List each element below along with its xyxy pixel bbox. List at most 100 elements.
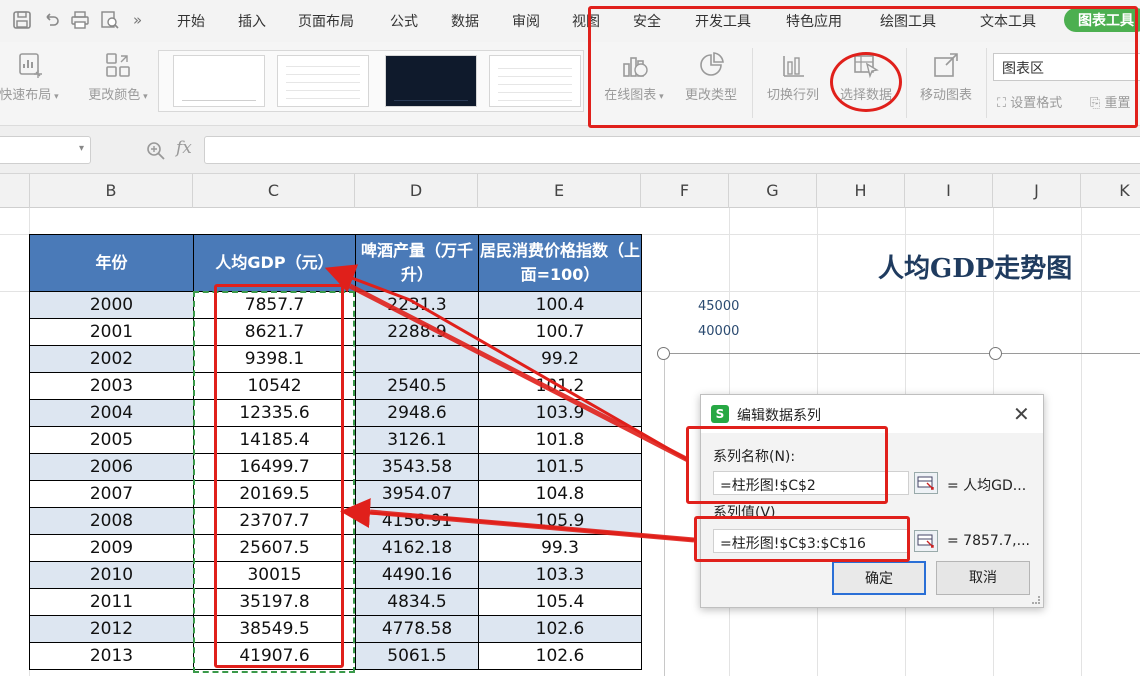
cell-year[interactable]: 2009 [29,534,194,562]
dialog-titlebar[interactable]: S 编辑数据系列 ✕ [701,395,1043,433]
column-header-c[interactable]: C [193,174,355,208]
tab-page-layout[interactable]: 页面布局 [298,11,354,31]
header-year[interactable]: 年份 [29,234,194,292]
formula-input[interactable] [204,136,1140,164]
online-chart-button[interactable]: 在线图表 ▾ [598,50,670,103]
cell-gdp[interactable]: 12335.6 [193,399,356,427]
cell-beer[interactable]: 3543.58 [355,453,479,481]
cell-year[interactable]: 2001 [29,318,194,346]
cell-year[interactable]: 2003 [29,372,194,400]
column-header-h[interactable]: H [817,174,905,208]
cell-cpi[interactable]: 102.6 [478,615,642,643]
cell-year[interactable]: 2008 [29,507,194,535]
series-name-input[interactable]: =柱形图!$C$2 [713,471,909,495]
header-cpi[interactable]: 居民消费价格指数（上面=100） [478,234,642,292]
switch-row-col-button[interactable]: 切换行列 [762,50,824,103]
cell-cpi[interactable]: 99.3 [478,534,642,562]
chart-resize-handle[interactable] [989,347,1002,360]
column-header-f[interactable]: F [641,174,729,208]
tab-drawing-tools[interactable]: 绘图工具 [880,11,936,31]
cell-year[interactable]: 2002 [29,345,194,373]
zoom-icon[interactable] [146,141,166,165]
cell-beer[interactable]: 2948.6 [355,399,479,427]
column-header-j[interactable]: J [993,174,1081,208]
move-chart-button[interactable]: 移动图表 [914,50,978,103]
chevron-down-icon[interactable]: ▾ [79,143,84,154]
cell-beer[interactable] [355,345,479,373]
cell-year[interactable]: 2006 [29,453,194,481]
cell-beer[interactable]: 2231.3 [355,291,479,319]
cell-gdp[interactable]: 41907.6 [193,642,356,670]
cell-year[interactable]: 2004 [29,399,194,427]
tab-chart-tools[interactable]: 图表工具 [1064,8,1140,32]
quick-layout-button[interactable]: 快速布局 ▾ [0,50,62,103]
column-header-g[interactable]: G [729,174,817,208]
cell-year[interactable]: 2000 [29,291,194,319]
cell-cpi[interactable]: 104.8 [478,480,642,508]
range-picker-icon[interactable] [914,530,938,552]
cell-gdp[interactable]: 35197.8 [193,588,356,616]
cell-gdp[interactable]: 8621.7 [193,318,356,346]
cell-beer[interactable]: 3126.1 [355,426,479,454]
header-beer[interactable]: 啤酒产量（万千升） [355,234,479,292]
cell-cpi[interactable]: 100.4 [478,291,642,319]
chart-style-3[interactable] [385,55,477,107]
cell-beer[interactable]: 2288.9 [355,318,479,346]
cell-gdp[interactable]: 20169.5 [193,480,356,508]
cell-cpi[interactable]: 105.9 [478,507,642,535]
column-header-b[interactable]: B [30,174,193,208]
print-icon[interactable] [70,10,92,32]
tab-insert[interactable]: 插入 [238,11,266,31]
change-type-button[interactable]: 更改类型 [680,50,742,103]
cell-beer[interactable]: 3954.07 [355,480,479,508]
undo-icon[interactable] [42,10,64,32]
cell-year[interactable]: 2007 [29,480,194,508]
chart-style-4[interactable] [489,55,581,107]
cell-year[interactable]: 2011 [29,588,194,616]
fx-icon[interactable]: fx [176,138,192,158]
cell-beer[interactable]: 4834.5 [355,588,479,616]
column-header-k[interactable]: K [1081,174,1140,208]
cell-gdp[interactable]: 16499.7 [193,453,356,481]
select-data-button[interactable]: 选择数据 [834,50,898,103]
ok-button[interactable]: 确定 [832,561,926,595]
cell-cpi[interactable]: 103.3 [478,561,642,589]
cell-gdp[interactable]: 10542 [193,372,356,400]
cell-cpi[interactable]: 100.7 [478,318,642,346]
tab-data[interactable]: 数据 [451,11,479,31]
cell-year[interactable]: 2010 [29,561,194,589]
tab-security[interactable]: 安全 [633,11,661,31]
cell-cpi[interactable]: 99.2 [478,345,642,373]
column-header-a[interactable] [0,174,30,208]
cell-gdp[interactable]: 30015 [193,561,356,589]
save-icon[interactable] [12,10,34,32]
column-header-e[interactable]: E [478,174,641,208]
cell-cpi[interactable]: 101.5 [478,453,642,481]
tab-formulas[interactable]: 公式 [390,11,418,31]
cell-cpi[interactable]: 101.2 [478,372,642,400]
cell-beer[interactable]: 4778.58 [355,615,479,643]
chart-style-1[interactable] [173,55,265,107]
range-picker-icon[interactable] [914,472,938,494]
cell-cpi[interactable]: 105.4 [478,588,642,616]
cancel-button[interactable]: 取消 [936,561,1030,595]
column-header-i[interactable]: I [905,174,993,208]
cell-gdp[interactable]: 38549.5 [193,615,356,643]
cell-beer[interactable]: 4490.16 [355,561,479,589]
more-icon[interactable]: » [133,11,142,29]
tab-review[interactable]: 审阅 [512,11,540,31]
cell-cpi[interactable]: 103.9 [478,399,642,427]
chart-resize-handle[interactable] [657,347,670,360]
chart-element-select[interactable]: 图表区 [993,53,1140,81]
tab-view[interactable]: 视图 [572,11,600,31]
cell-beer[interactable]: 5061.5 [355,642,479,670]
series-values-input[interactable]: =柱形图!$C$3:$C$16 [713,529,909,553]
chart-title[interactable]: 人均GDP走势图 [878,248,1072,285]
change-color-button[interactable]: 更改颜色 ▾ [82,50,154,103]
cell-beer[interactable]: 4162.18 [355,534,479,562]
set-format-button[interactable]: ⛶ 设置格式 [997,92,1062,111]
tab-special-apps[interactable]: 特色应用 [786,11,842,31]
cell-year[interactable]: 2013 [29,642,194,670]
column-header-d[interactable]: D [355,174,478,208]
cell-year[interactable]: 2005 [29,426,194,454]
